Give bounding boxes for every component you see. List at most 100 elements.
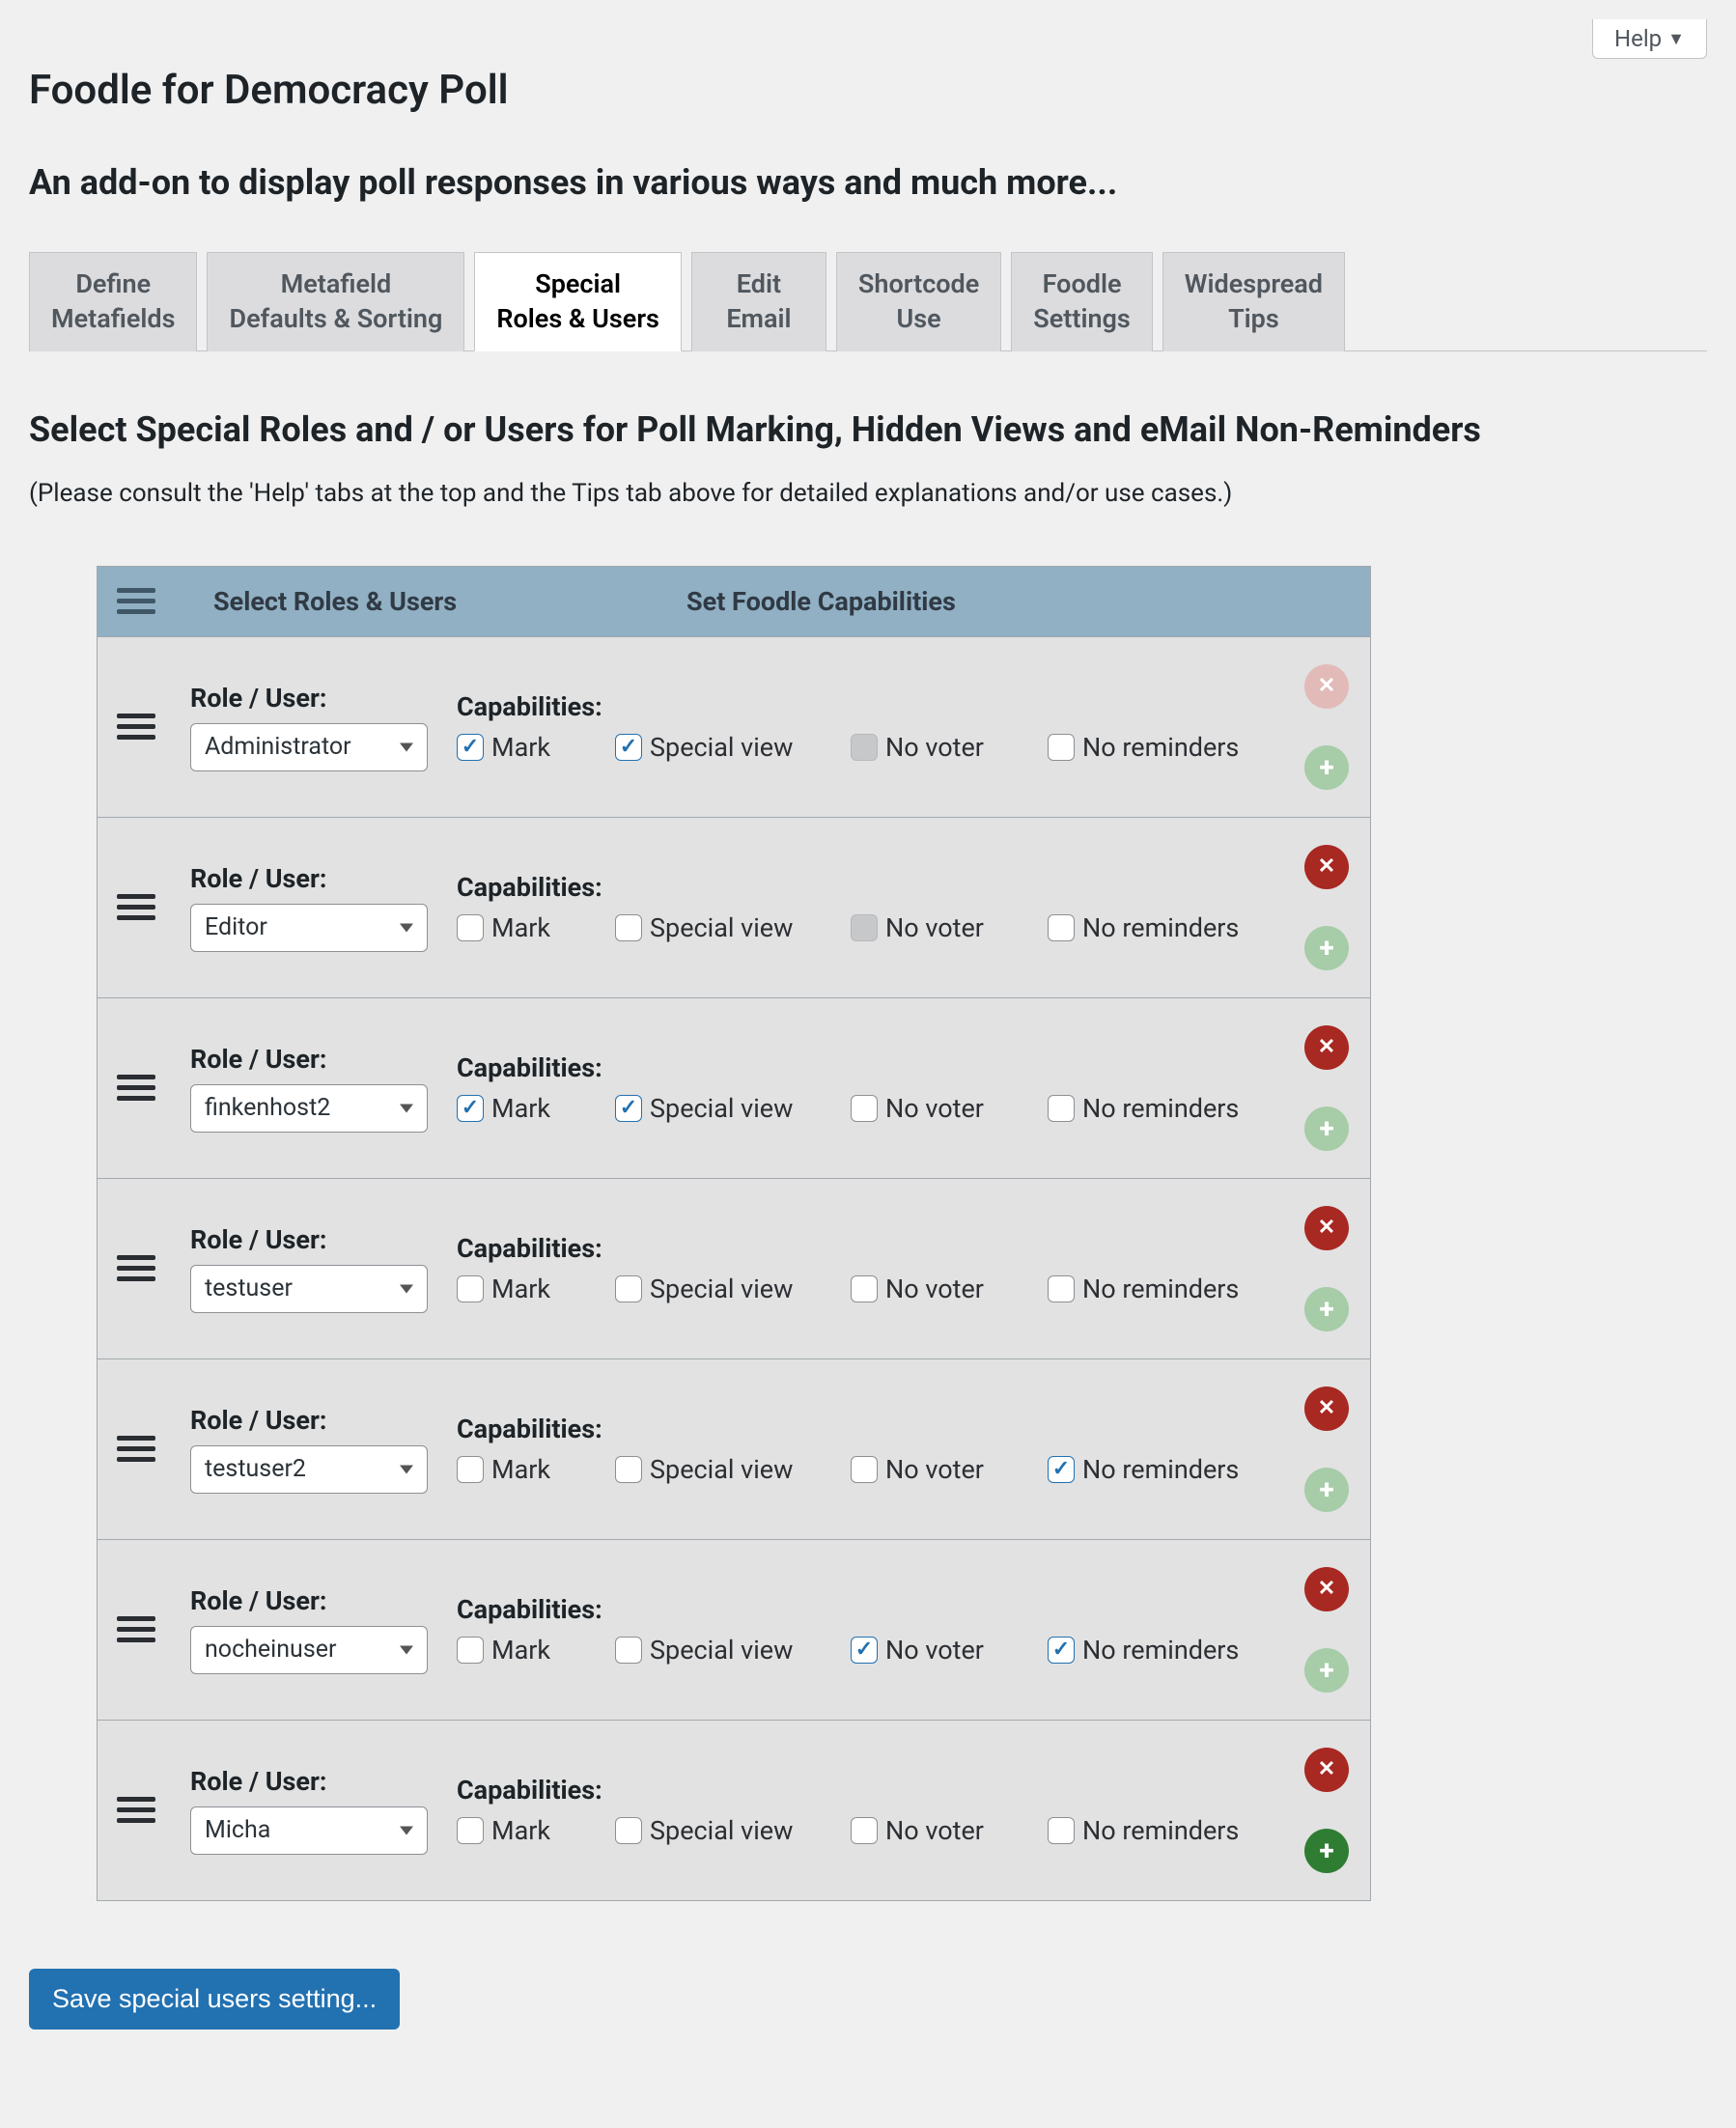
capabilities-label: Capabilities: (457, 691, 1287, 722)
cap-norem-label: No reminders (1082, 1454, 1239, 1485)
delete-row-button[interactable]: ✕ (1304, 1025, 1349, 1070)
close-icon: ✕ (1318, 1757, 1335, 1781)
role-row: Role / User: Administrator Capabilities:… (98, 636, 1370, 817)
drag-handle-icon[interactable] (117, 714, 155, 740)
add-row-button[interactable]: + (1304, 1829, 1349, 1873)
tab-6[interactable]: WidespreadTips (1162, 252, 1345, 351)
checkbox[interactable] (1048, 1275, 1075, 1302)
role-user-select[interactable]: nocheinuser (190, 1626, 428, 1674)
page-title: Foodle for Democracy Poll (29, 67, 1707, 114)
tab-3[interactable]: EditEmail (691, 252, 826, 351)
checkbox[interactable] (457, 1275, 484, 1302)
checkbox[interactable] (615, 734, 642, 761)
checkbox[interactable] (1048, 1456, 1075, 1483)
role-user-label: Role / User: (190, 1766, 441, 1797)
tab-0[interactable]: DefineMetafields (29, 252, 197, 351)
drag-handle-icon[interactable] (117, 1797, 155, 1823)
checkbox[interactable] (851, 1095, 878, 1122)
role-row: Role / User: finkenhost2 Capabilities: M… (98, 997, 1370, 1178)
checkbox[interactable] (615, 1637, 642, 1664)
cap-novoter-label: No voter (885, 912, 984, 943)
cap-norem-label: No reminders (1082, 1093, 1239, 1124)
delete-row-button[interactable]: ✕ (1304, 1206, 1349, 1250)
role-user-select[interactable]: Administrator (190, 723, 428, 771)
checkbox[interactable] (615, 1095, 642, 1122)
checkbox (851, 914, 878, 941)
tab-1[interactable]: MetafieldDefaults & Sorting (207, 252, 464, 351)
drag-handle-icon[interactable] (117, 1436, 155, 1462)
plus-icon: + (1319, 754, 1333, 781)
checkbox[interactable] (851, 1275, 878, 1302)
role-user-select[interactable]: Editor (190, 904, 428, 952)
drag-handle-icon[interactable] (117, 1255, 155, 1281)
cap-mark-label: Mark (491, 1274, 550, 1304)
checkbox[interactable] (1048, 1095, 1075, 1122)
checkbox[interactable] (1048, 914, 1075, 941)
cap-novoter-label: No voter (885, 1093, 984, 1124)
checkbox[interactable] (1048, 1637, 1075, 1664)
cap-novoter-label: No voter (885, 1815, 984, 1846)
delete-row-button[interactable]: ✕ (1304, 845, 1349, 889)
add-row-button: + (1304, 1468, 1349, 1512)
checkbox[interactable] (851, 1456, 878, 1483)
cap-norem-label: No reminders (1082, 1274, 1239, 1304)
checkbox[interactable] (615, 1275, 642, 1302)
role-row: Role / User: Editor Capabilities: Mark S… (98, 817, 1370, 997)
role-row: Role / User: Micha Capabilities: Mark Sp… (98, 1720, 1370, 1900)
checkbox[interactable] (457, 1456, 484, 1483)
cap-special-label: Special view (650, 732, 793, 763)
plus-icon: + (1319, 1657, 1333, 1684)
chevron-down-icon: ▼ (1667, 29, 1685, 49)
cap-special-label: Special view (650, 1454, 793, 1485)
checkbox[interactable] (457, 1817, 484, 1844)
cap-special-label: Special view (650, 1274, 793, 1304)
cap-mark-label: Mark (491, 1635, 550, 1666)
role-user-select[interactable]: testuser (190, 1265, 428, 1313)
delete-row-button[interactable]: ✕ (1304, 1567, 1349, 1611)
checkbox[interactable] (851, 1817, 878, 1844)
help-dropdown[interactable]: Help ▼ (1592, 19, 1707, 59)
drag-handle-icon[interactable] (117, 894, 155, 920)
tab-5[interactable]: FoodleSettings (1011, 252, 1153, 351)
add-row-button: + (1304, 926, 1349, 970)
role-user-select[interactable]: finkenhost2 (190, 1084, 428, 1133)
save-button[interactable]: Save special users setting... (29, 1969, 400, 2030)
checkbox[interactable] (457, 1637, 484, 1664)
cap-norem-label: No reminders (1082, 1635, 1239, 1666)
checkbox[interactable] (615, 1817, 642, 1844)
checkbox[interactable] (1048, 734, 1075, 761)
add-row-button: + (1304, 1287, 1349, 1331)
checkbox[interactable] (615, 914, 642, 941)
capabilities-label: Capabilities: (457, 1775, 1287, 1806)
page-subtitle: An add-on to display poll responses in v… (29, 162, 1707, 203)
cap-mark-label: Mark (491, 1093, 550, 1124)
roles-panel: Select Roles & Users Set Foodle Capabili… (97, 566, 1371, 1901)
capabilities-label: Capabilities: (457, 1052, 1287, 1083)
role-user-select[interactable]: Micha (190, 1806, 428, 1855)
close-icon: ✕ (1318, 1035, 1335, 1059)
drag-handle-icon[interactable] (117, 1616, 155, 1642)
role-user-label: Role / User: (190, 1044, 441, 1075)
checkbox[interactable] (1048, 1817, 1075, 1844)
capabilities-label: Capabilities: (457, 1414, 1287, 1444)
checkbox[interactable] (851, 1637, 878, 1664)
cap-novoter-label: No voter (885, 1635, 984, 1666)
plus-icon: + (1319, 1837, 1333, 1864)
drag-handle-icon[interactable] (117, 1075, 155, 1101)
checkbox[interactable] (457, 914, 484, 941)
delete-row-button[interactable]: ✕ (1304, 1386, 1349, 1431)
checkbox[interactable] (457, 734, 484, 761)
checkbox[interactable] (615, 1456, 642, 1483)
capabilities-label: Capabilities: (457, 872, 1287, 903)
help-label: Help (1614, 25, 1662, 52)
cap-mark-label: Mark (491, 912, 550, 943)
cap-special-label: Special view (650, 1635, 793, 1666)
cap-norem-label: No reminders (1082, 732, 1239, 763)
tab-4[interactable]: ShortcodeUse (836, 252, 1001, 351)
delete-row-button[interactable]: ✕ (1304, 1748, 1349, 1792)
checkbox[interactable] (457, 1095, 484, 1122)
section-title: Select Special Roles and / or Users for … (29, 409, 1707, 450)
tab-2[interactable]: SpecialRoles & Users (474, 252, 682, 351)
role-user-select[interactable]: testuser2 (190, 1445, 428, 1494)
cap-mark-label: Mark (491, 1815, 550, 1846)
